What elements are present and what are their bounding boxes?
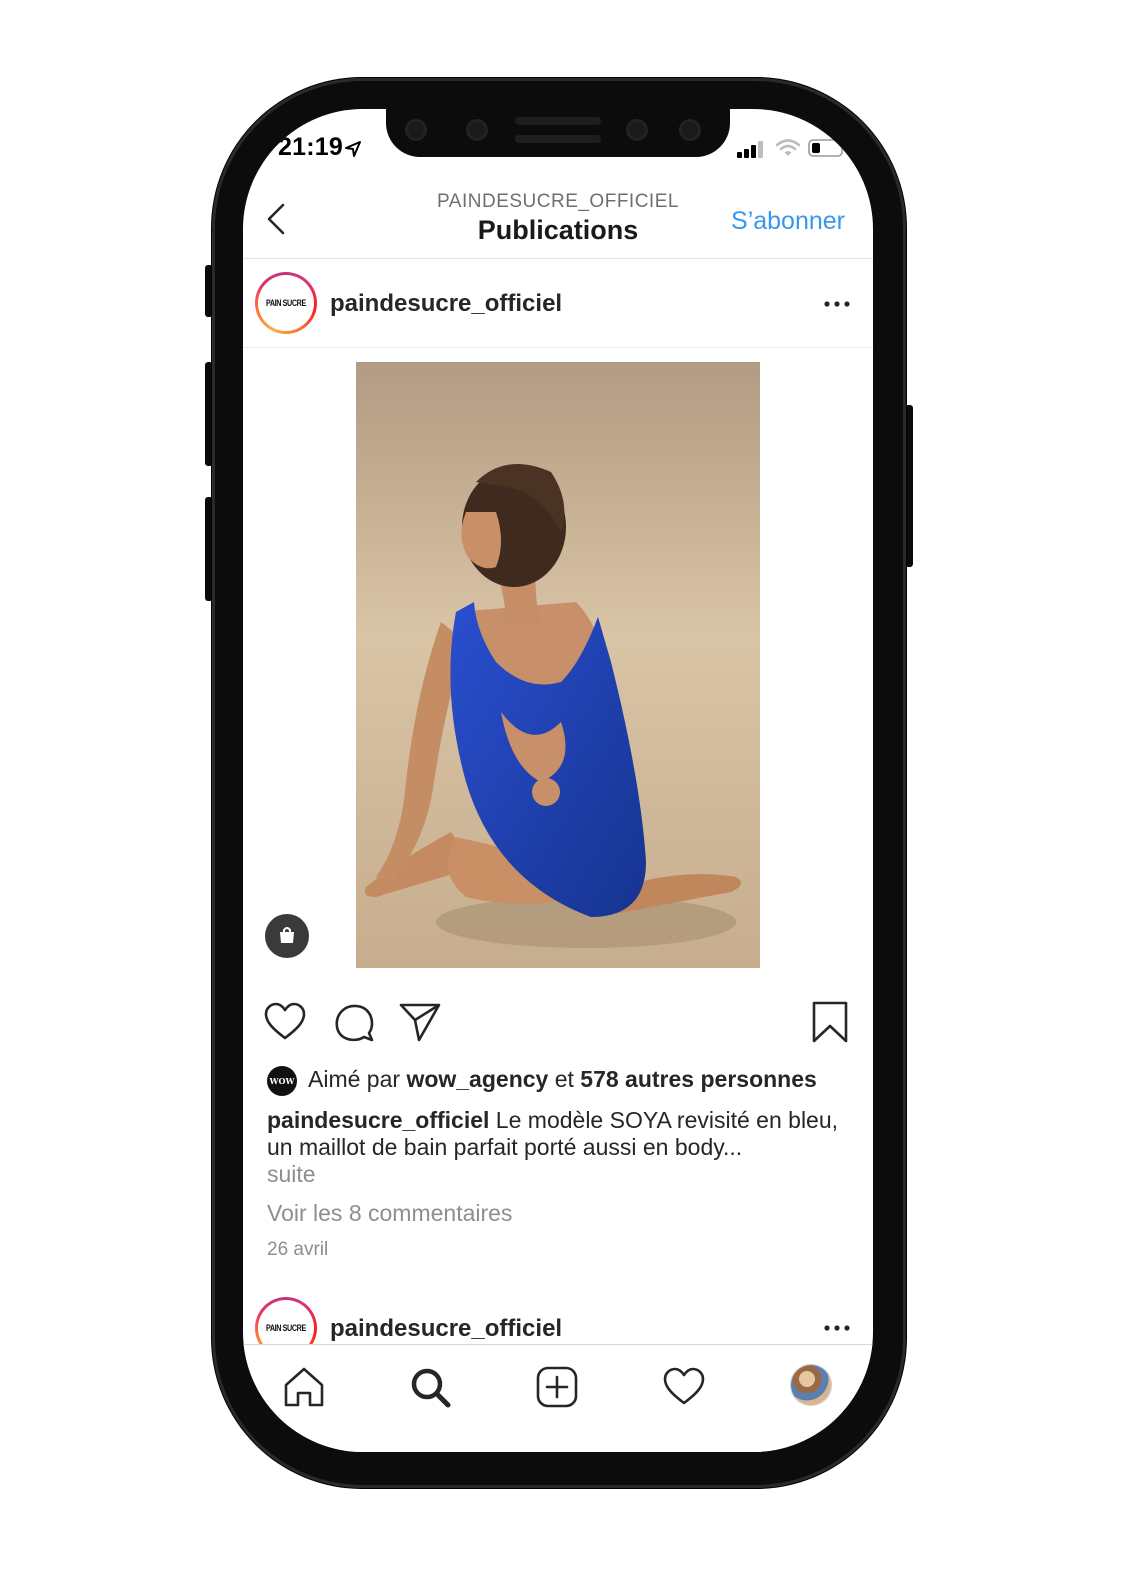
- post-photo[interactable]: [356, 362, 760, 968]
- shopping-bag-icon: [280, 927, 294, 943]
- new-post-icon[interactable]: [535, 1365, 579, 1409]
- wifi-icon: [775, 139, 801, 156]
- likes-prefix: Aimé par: [308, 1066, 407, 1092]
- camera-icon: [466, 119, 488, 141]
- post-date: 26 avril: [267, 1239, 329, 1260]
- caption-username[interactable]: paindesucre_officiel: [267, 1107, 489, 1133]
- phone-screen: 21:19 PAINDESUCRE_OFFICIEL Publications …: [243, 109, 873, 1452]
- follow-button[interactable]: S’abonner: [731, 207, 845, 236]
- sensor-dot: [405, 119, 427, 141]
- comment-bubble-icon[interactable]: [332, 1000, 376, 1044]
- power-button: [905, 405, 913, 567]
- view-comments-link[interactable]: Voir les 8 commentaires: [267, 1200, 512, 1227]
- location-arrow-icon: [345, 141, 361, 157]
- like-heart-icon[interactable]: [263, 1000, 307, 1044]
- post-username[interactable]: paindesucre_officiel: [330, 1315, 562, 1343]
- sensor-dot: [626, 119, 648, 141]
- more-options-icon[interactable]: [824, 301, 850, 307]
- caption-more-link[interactable]: suite: [267, 1161, 316, 1187]
- bookmark-icon[interactable]: [808, 1000, 852, 1044]
- post-header-divider: [243, 347, 873, 348]
- post-username[interactable]: paindesucre_officiel: [330, 290, 562, 318]
- battery-icon: [808, 139, 847, 157]
- post-author-avatar[interactable]: PAIN SUCRE: [255, 272, 317, 334]
- liker-avatar[interactable]: WOW: [267, 1066, 297, 1096]
- speaker-grille: [515, 117, 601, 125]
- speaker-grille-lower: [515, 135, 601, 143]
- likes-summary[interactable]: Aimé par wow_agency et 578 autres person…: [308, 1066, 817, 1093]
- profile-avatar[interactable]: [791, 1365, 831, 1405]
- notch: [386, 109, 730, 157]
- activity-heart-icon[interactable]: [662, 1365, 706, 1409]
- brand-logo: PAIN SUCRE: [266, 298, 306, 308]
- likes-count[interactable]: 578 autres personnes: [580, 1066, 817, 1092]
- search-icon[interactable]: [408, 1365, 452, 1409]
- liker-avatar-logo: WOW: [269, 1076, 295, 1086]
- home-icon[interactable]: [282, 1365, 326, 1409]
- shopping-bag-badge[interactable]: [265, 914, 309, 958]
- brand-logo: PAIN SUCRE: [266, 1323, 306, 1333]
- bottom-tab-bar: [243, 1344, 873, 1452]
- more-options-icon[interactable]: [824, 1325, 850, 1331]
- share-paper-plane-icon[interactable]: [398, 1000, 442, 1044]
- cellular-signal-icon: [737, 141, 763, 158]
- post-caption: paindesucre_officiel Le modèle SOYA revi…: [267, 1107, 847, 1188]
- front-camera-icon: [679, 119, 701, 141]
- status-time: 21:19: [278, 133, 343, 161]
- liker-username[interactable]: wow_agency: [406, 1066, 548, 1092]
- likes-conj: et: [548, 1066, 581, 1092]
- header-divider: [243, 258, 873, 259]
